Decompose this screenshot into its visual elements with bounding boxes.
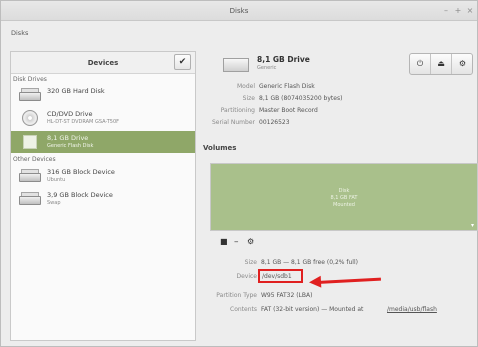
drive-name: 8,1 GB Drive bbox=[47, 134, 89, 142]
prop-key: Model bbox=[236, 83, 255, 90]
titlebar[interactable]: Disks – + × bbox=[1, 1, 477, 21]
block-device-icon bbox=[19, 169, 41, 183]
partition-state: Mounted bbox=[333, 202, 355, 208]
stop-icon[interactable]: ■ bbox=[220, 237, 228, 246]
annotation-arrow-line bbox=[316, 277, 381, 284]
volume-map: Disk 8,1 GB FAT Mounted bbox=[210, 163, 478, 231]
drive-name: 3,9 GB Block Device bbox=[47, 191, 113, 199]
partition-block[interactable]: Disk 8,1 GB FAT Mounted bbox=[211, 164, 477, 230]
volume-toolbar: ■ – ⚙ bbox=[210, 233, 478, 253]
maximize-icon[interactable]: + bbox=[453, 6, 463, 15]
vol-prop-value: FAT (32-bit version) — Mounted at bbox=[261, 306, 364, 313]
close-icon[interactable]: × bbox=[465, 6, 475, 15]
drive-subtitle: Generic bbox=[257, 65, 277, 71]
prop-value: 8,1 GB (8074035200 bytes) bbox=[259, 95, 343, 102]
drive-name: 316 GB Block Device bbox=[47, 168, 115, 176]
vol-prop-value: 8,1 GB — 8,1 GB free (0,2% full) bbox=[261, 259, 358, 266]
vol-prop-key: Contents bbox=[230, 306, 257, 313]
drive-sub: Ubuntu bbox=[47, 177, 66, 183]
section-disk-drives: Disk Drives bbox=[13, 76, 47, 83]
block-device-316gb[interactable]: 316 GB Block Device Ubuntu bbox=[11, 165, 195, 187]
drive-header-icon bbox=[223, 54, 249, 74]
vol-prop-key: Device bbox=[236, 273, 257, 280]
devices-panel: Devices ✔ Disk Drives 320 GB Hard Disk C… bbox=[10, 51, 196, 341]
gear-icon[interactable]: ⚙ bbox=[452, 54, 473, 74]
vol-prop-key: Size bbox=[244, 259, 257, 266]
prop-key: Serial Number bbox=[212, 119, 255, 126]
partition-label: Disk bbox=[338, 188, 350, 194]
minimize-icon[interactable]: – bbox=[441, 6, 451, 15]
select-check-button[interactable]: ✔ bbox=[174, 54, 191, 70]
prop-key: Partitioning bbox=[220, 107, 255, 114]
prop-key: Size bbox=[242, 95, 255, 102]
vol-prop-key: Partition Type bbox=[216, 292, 257, 299]
prop-value: 00126523 bbox=[259, 119, 290, 126]
chevron-down-icon: ▾ bbox=[471, 222, 475, 229]
drive-title: 8,1 GB Drive bbox=[257, 55, 310, 64]
hard-disk-icon bbox=[19, 88, 41, 102]
vol-prop-value: W95 FAT32 (LBA) bbox=[261, 292, 313, 299]
section-other-devices: Other Devices bbox=[13, 156, 56, 163]
drive-sub: Generic Flash Disk bbox=[47, 143, 94, 149]
drive-item-8gb[interactable]: 8,1 GB Drive Generic Flash Disk bbox=[11, 131, 195, 153]
volumes-label: Volumes bbox=[203, 144, 237, 152]
drive-item-320gb[interactable]: 320 GB Hard Disk bbox=[11, 84, 195, 106]
block-device-3gb[interactable]: 3,9 GB Block Device Swap bbox=[11, 188, 195, 210]
devices-title: Devices bbox=[87, 59, 119, 67]
power-icon[interactable]: ⏻ bbox=[410, 54, 431, 74]
mount-point-link[interactable]: /media/usb/flash bbox=[387, 306, 437, 313]
app-menu-label[interactable]: Disks bbox=[11, 29, 28, 37]
usb-drive-icon bbox=[19, 135, 41, 149]
drive-sub: HL-DT-ST DVDRAM GSA-T50F bbox=[47, 119, 120, 125]
drive-item-cd-dvd[interactable]: CD/DVD Drive HL-DT-ST DVDRAM GSA-T50F bbox=[11, 107, 195, 129]
partition-settings-icon[interactable]: ⚙ bbox=[247, 237, 254, 246]
partition-size: 8,1 GB FAT bbox=[330, 195, 358, 201]
block-device-icon bbox=[19, 192, 41, 206]
optical-drive-icon bbox=[19, 110, 41, 126]
drive-name: CD/DVD Drive bbox=[47, 110, 93, 118]
eject-icon[interactable]: ⏏ bbox=[431, 54, 452, 74]
disks-window: Disks – + × Disks Devices ✔ Disk Drives … bbox=[0, 0, 478, 347]
prop-value: Generic Flash Disk bbox=[259, 83, 315, 90]
prop-value: Master Boot Record bbox=[259, 107, 318, 114]
window-title: Disks bbox=[229, 7, 249, 15]
annotation-highlight-box bbox=[258, 269, 303, 283]
devices-header: Devices ✔ bbox=[11, 52, 195, 74]
drive-sub: Swap bbox=[47, 200, 61, 206]
drive-action-buttons: ⏻ ⏏ ⚙ bbox=[409, 53, 473, 75]
drive-name: 320 GB Hard Disk bbox=[47, 87, 105, 95]
remove-partition-icon[interactable]: – bbox=[234, 237, 239, 247]
